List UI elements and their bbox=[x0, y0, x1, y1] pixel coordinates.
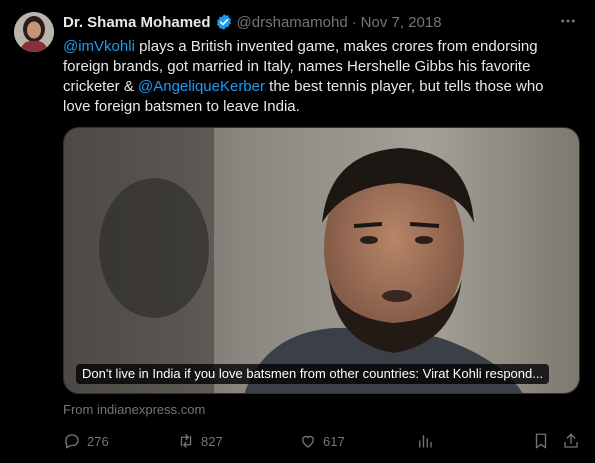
retweet-icon bbox=[180, 434, 192, 448]
meta-separator: · bbox=[351, 13, 357, 31]
like-count: 617 bbox=[323, 433, 345, 449]
tweet-header: Dr. Shama Mohamed @drshamamohd · Nov 7, … bbox=[63, 12, 555, 32]
views-button[interactable] bbox=[416, 430, 440, 452]
bookmark-button[interactable] bbox=[532, 430, 556, 452]
like-button[interactable]: 617 bbox=[299, 430, 345, 452]
reply-button[interactable]: 276 bbox=[63, 430, 109, 452]
share-button[interactable] bbox=[562, 430, 586, 452]
author-handle[interactable]: @drshamamohd bbox=[237, 14, 348, 31]
avatar[interactable] bbox=[14, 12, 54, 52]
link-card[interactable]: Don't live in India if you love batsmen … bbox=[63, 127, 580, 394]
mention-link[interactable]: @AngeliqueKerber bbox=[138, 78, 265, 95]
retweet-count: 827 bbox=[201, 433, 223, 449]
verified-badge-icon bbox=[216, 14, 231, 30]
card-source[interactable]: From indianexpress.com bbox=[63, 402, 205, 417]
more-options-icon[interactable] bbox=[557, 10, 579, 32]
tweet-text: @imVkohli plays a British invented game,… bbox=[63, 37, 563, 117]
author-name[interactable]: Dr. Shama Mohamed bbox=[63, 14, 211, 31]
views-icon bbox=[419, 435, 432, 448]
bookmark-icon bbox=[535, 433, 547, 449]
card-caption: Don't live in India if you love batsmen … bbox=[76, 364, 550, 384]
heart-icon bbox=[302, 435, 314, 448]
retweet-button[interactable]: 827 bbox=[177, 430, 223, 452]
mention-link[interactable]: @imVkohli bbox=[63, 38, 135, 55]
reply-count: 276 bbox=[87, 433, 109, 449]
tweet-date[interactable]: Nov 7, 2018 bbox=[361, 14, 442, 31]
reply-icon bbox=[65, 434, 79, 449]
share-icon bbox=[564, 433, 578, 448]
card-image bbox=[64, 128, 579, 393]
action-bar: 276 827 617 bbox=[63, 430, 583, 452]
